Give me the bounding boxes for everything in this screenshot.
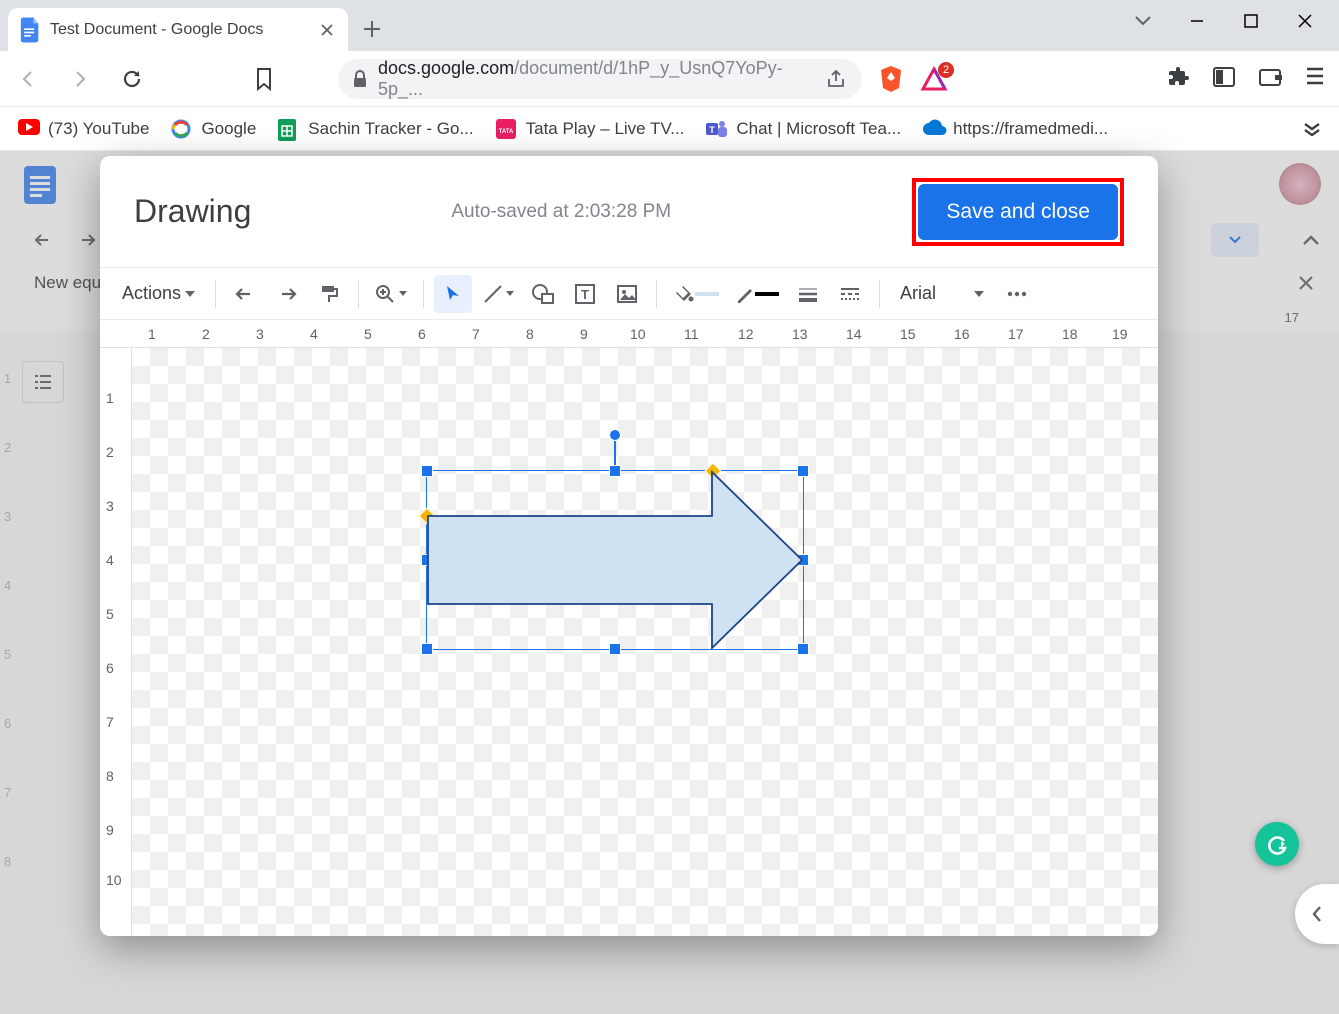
browser-tab[interactable]: Test Document - Google Docs <box>8 8 348 51</box>
actions-menu[interactable]: Actions <box>112 275 205 313</box>
fill-color-button[interactable] <box>667 275 725 313</box>
shape-tool[interactable] <box>524 275 562 313</box>
sidepanel-icon[interactable] <box>1213 67 1237 91</box>
reload-button[interactable] <box>114 61 150 97</box>
address-bar[interactable]: docs.google.com/document/d/1hP_y_UsnQ7Yo… <box>338 59 862 99</box>
border-color-button[interactable] <box>729 275 785 313</box>
font-selector[interactable]: Arial <box>890 283 994 304</box>
tata-icon: TATA <box>496 119 516 139</box>
svg-text:TATA: TATA <box>498 129 513 135</box>
drawing-canvas[interactable] <box>132 348 1158 936</box>
bookmark-google[interactable]: Google <box>171 119 256 139</box>
bookmark-tata[interactable]: TATA Tata Play – Live TV... <box>496 119 685 139</box>
svg-text:T: T <box>581 287 589 302</box>
lock-icon <box>352 70 368 88</box>
window-controls <box>1131 0 1339 51</box>
badge-count: 2 <box>938 62 954 78</box>
nav-back-button[interactable] <box>10 61 46 97</box>
browser-tab-strip: Test Document - Google Docs <box>0 0 1339 51</box>
rotate-handle[interactable] <box>609 429 621 441</box>
google-icon <box>171 119 191 139</box>
drawing-body: 1 2 3 4 5 6 7 8 9 10 <box>100 348 1158 936</box>
grammarly-button[interactable] <box>1255 822 1299 866</box>
browser-right-icons <box>1167 67 1329 91</box>
paint-format-button[interactable] <box>310 275 348 313</box>
browser-menu-icon[interactable] <box>1305 67 1329 91</box>
image-tool[interactable] <box>608 275 646 313</box>
bookmark-button[interactable] <box>246 61 282 97</box>
svg-text:T: T <box>710 125 716 135</box>
nav-forward-button[interactable] <box>62 61 98 97</box>
youtube-icon <box>18 119 38 139</box>
minimize-icon[interactable] <box>1185 9 1209 33</box>
url-text: docs.google.com/document/d/1hP_y_UsnQ7Yo… <box>378 58 816 100</box>
drawing-toolbar: Actions T Arial <box>100 268 1158 320</box>
brave-triangle-icon[interactable]: 2 <box>920 66 948 92</box>
bookmark-youtube[interactable]: (73) YouTube <box>18 119 149 139</box>
dialog-header: Drawing Auto-saved at 2:03:28 PM Save an… <box>100 156 1158 268</box>
share-icon[interactable] <box>826 69 848 89</box>
more-options-button[interactable] <box>998 275 1036 313</box>
window-close-icon[interactable] <box>1293 9 1317 33</box>
extensions-icon[interactable] <box>1167 67 1191 91</box>
bookmarks-overflow-icon[interactable] <box>1303 122 1321 136</box>
drawing-horizontal-ruler[interactable]: 1 2 3 4 5 6 7 8 9 10 11 12 13 14 15 16 1… <box>100 320 1158 348</box>
bookmark-teams[interactable]: T Chat | Microsoft Tea... <box>706 119 901 139</box>
save-close-highlight: Save and close <box>912 178 1124 246</box>
new-tab-button[interactable] <box>354 11 390 47</box>
redo-button[interactable] <box>268 275 306 313</box>
docs-favicon-icon <box>20 17 40 43</box>
bookmarks-bar: (73) YouTube Google Sachin Tracker - Go.… <box>0 107 1339 151</box>
onedrive-icon <box>923 119 943 139</box>
line-tool[interactable] <box>476 275 520 313</box>
zoom-button[interactable] <box>369 275 413 313</box>
save-and-close-button[interactable]: Save and close <box>918 184 1118 240</box>
chevron-down-icon[interactable] <box>1131 9 1155 33</box>
tab-title: Test Document - Google Docs <box>50 21 308 39</box>
sheets-icon <box>278 119 298 139</box>
right-arrow-shape[interactable] <box>426 470 804 650</box>
maximize-icon[interactable] <box>1239 9 1263 33</box>
bookmark-sheets[interactable]: Sachin Tracker - Go... <box>278 119 473 139</box>
drawing-vertical-ruler[interactable]: 1 2 3 4 5 6 7 8 9 10 <box>100 348 132 936</box>
tab-close-icon[interactable] <box>318 21 336 39</box>
select-tool[interactable] <box>434 275 472 313</box>
bookmark-onedrive[interactable]: https://framedmedi... <box>923 119 1108 139</box>
dialog-title: Drawing <box>134 193 251 230</box>
autosave-status: Auto-saved at 2:03:28 PM <box>451 201 671 223</box>
undo-button[interactable] <box>226 275 264 313</box>
teams-icon: T <box>706 119 726 139</box>
address-bar-row: docs.google.com/document/d/1hP_y_UsnQ7Yo… <box>0 51 1339 107</box>
textbox-tool[interactable]: T <box>566 275 604 313</box>
drawing-dialog: Drawing Auto-saved at 2:03:28 PM Save an… <box>100 156 1158 936</box>
wallet-icon[interactable] <box>1259 67 1283 91</box>
border-weight-button[interactable] <box>789 275 827 313</box>
brave-shield-icon[interactable] <box>878 64 904 94</box>
border-dash-button[interactable] <box>831 275 869 313</box>
